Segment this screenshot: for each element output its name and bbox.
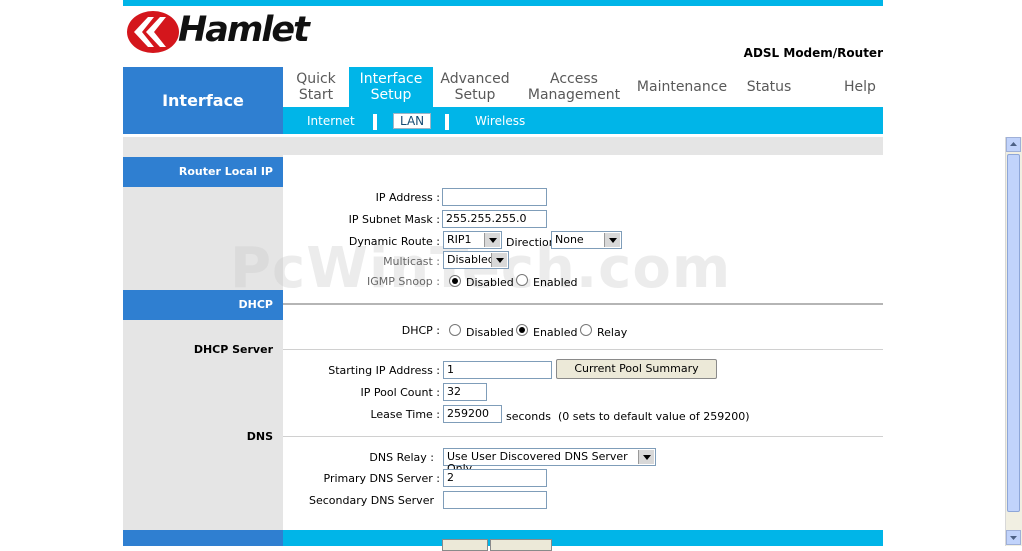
- direction-select[interactable]: None: [551, 231, 622, 249]
- scroll-up-arrow-icon[interactable]: [1006, 137, 1021, 152]
- tab-interface-setup[interactable]: Interface Setup: [349, 67, 433, 107]
- pool-count-input[interactable]: 32: [443, 383, 487, 401]
- multicast-label: Multicast :: [383, 255, 440, 268]
- direction-label: Direction: [506, 236, 556, 249]
- section-router-local-ip: Router Local IP: [123, 157, 283, 187]
- divider: [283, 303, 883, 305]
- bottom-left-box: [123, 530, 283, 546]
- subtab-internet[interactable]: Internet: [307, 114, 355, 128]
- dynamic-route-select[interactable]: RIP1: [443, 231, 502, 249]
- chevron-down-icon: [484, 233, 500, 247]
- subnet-mask-input[interactable]: 255.255.255.0: [442, 210, 547, 228]
- section-dhcp: DHCP: [123, 290, 283, 320]
- igmp-snoop-label: IGMP Snoop :: [367, 275, 440, 288]
- igmp-enabled-radio[interactable]: [516, 274, 528, 286]
- tab-access-management[interactable]: Access Management: [517, 67, 631, 107]
- section-dhcp-server: DHCP Server: [193, 343, 273, 356]
- section-dns: DNS: [246, 430, 273, 443]
- scroll-down-arrow-icon[interactable]: [1006, 530, 1021, 545]
- igmp-enabled-label: Enabled: [533, 276, 578, 289]
- secondary-dns-input[interactable]: [443, 491, 547, 509]
- multicast-value: Disabled: [447, 253, 495, 266]
- dhcp-label: DHCP :: [401, 324, 440, 337]
- secondary-dns-label: Secondary DNS Server: [308, 494, 434, 507]
- divider: [283, 349, 883, 350]
- scrollbar-thumb[interactable]: [1007, 154, 1020, 512]
- ip-address-label: IP Address :: [375, 191, 440, 204]
- chevron-down-icon: [638, 450, 654, 464]
- sub-nav: Internet LAN Wireless: [283, 107, 883, 134]
- primary-dns-input[interactable]: 2: [443, 469, 547, 487]
- subtab-separator: [445, 114, 449, 130]
- chevron-down-icon: [491, 253, 507, 267]
- tab-help[interactable]: Help: [805, 67, 915, 107]
- cancel-button[interactable]: [490, 539, 552, 551]
- dhcp-relay-label: Relay: [597, 326, 628, 339]
- direction-value: None: [555, 233, 584, 246]
- chevron-down-icon: [604, 233, 620, 247]
- lease-time-note: (0 sets to default value of 259200): [558, 410, 750, 423]
- section-title: Interface: [162, 91, 244, 110]
- dhcp-enabled-label: Enabled: [533, 326, 578, 339]
- current-pool-summary-button[interactable]: Current Pool Summary: [556, 359, 717, 379]
- lease-time-unit: seconds: [506, 410, 551, 423]
- subnet-mask-label: IP Subnet Mask :: [348, 213, 440, 226]
- tab-status[interactable]: Status: [733, 67, 805, 107]
- igmp-disabled-radio[interactable]: [449, 275, 461, 287]
- save-button[interactable]: [442, 539, 488, 551]
- logo-wordmark: Hamlet: [178, 10, 310, 50]
- dhcp-disabled-label: Disabled: [466, 326, 514, 339]
- lease-time-label: Lease Time :: [370, 408, 440, 421]
- igmp-disabled-label: Disabled: [466, 276, 514, 289]
- dns-relay-label: DNS Relay :: [369, 451, 434, 464]
- main-nav: Quick Start Interface Setup Advanced Set…: [283, 67, 883, 107]
- tab-advanced-setup[interactable]: Advanced Setup: [433, 67, 517, 107]
- divider: [283, 436, 883, 437]
- product-name: ADSL Modem/Router: [743, 46, 883, 60]
- pool-count-label: IP Pool Count :: [360, 386, 441, 399]
- tab-quick-start[interactable]: Quick Start: [283, 67, 349, 107]
- multicast-select[interactable]: Disabled: [443, 251, 509, 269]
- starting-ip-label: Starting IP Address :: [328, 364, 440, 377]
- dynamic-route-label: Dynamic Route :: [348, 235, 440, 248]
- dns-relay-select[interactable]: Use User Discovered DNS Server Only: [443, 448, 656, 475]
- content-top-strip: [123, 137, 883, 155]
- subtab-lan[interactable]: LAN: [393, 113, 432, 129]
- dynamic-route-value: RIP1: [447, 233, 472, 246]
- starting-ip-input[interactable]: 1: [443, 361, 552, 379]
- subtab-separator: [373, 114, 377, 130]
- tab-maintenance[interactable]: Maintenance: [631, 67, 733, 107]
- dhcp-relay-radio[interactable]: [580, 324, 592, 336]
- dhcp-enabled-radio[interactable]: [516, 324, 528, 336]
- lease-time-input[interactable]: 259200: [443, 405, 502, 423]
- ip-address-input[interactable]: [442, 188, 547, 206]
- logo-emblem-icon: [127, 11, 179, 53]
- subtab-wireless[interactable]: Wireless: [475, 114, 525, 128]
- dhcp-disabled-radio[interactable]: [449, 324, 461, 336]
- top-accent-strip: [123, 0, 883, 6]
- primary-dns-label: Primary DNS Server :: [323, 472, 440, 485]
